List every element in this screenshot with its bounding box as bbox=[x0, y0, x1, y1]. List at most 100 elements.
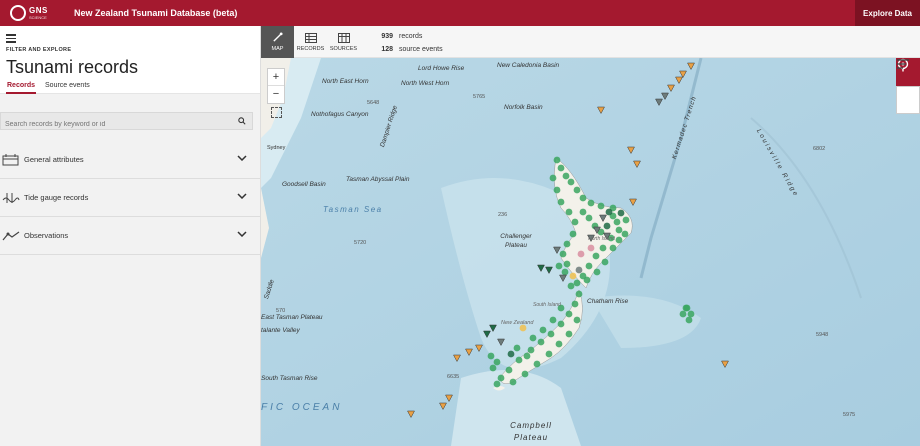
record-marker[interactable] bbox=[565, 310, 573, 318]
source-event-marker[interactable] bbox=[721, 360, 729, 369]
source-event-marker[interactable] bbox=[545, 266, 553, 275]
source-event-marker[interactable] bbox=[687, 62, 695, 71]
source-event-marker[interactable] bbox=[483, 330, 491, 339]
box-select-icon[interactable] bbox=[271, 107, 282, 118]
record-marker[interactable] bbox=[615, 236, 623, 244]
source-event-marker[interactable] bbox=[599, 214, 607, 223]
record-marker[interactable] bbox=[593, 268, 601, 276]
record-marker[interactable] bbox=[527, 346, 535, 354]
record-marker[interactable] bbox=[557, 198, 565, 206]
record-marker[interactable] bbox=[601, 258, 609, 266]
record-marker[interactable] bbox=[579, 208, 587, 216]
record-marker[interactable] bbox=[515, 356, 523, 364]
source-event-marker[interactable] bbox=[465, 348, 473, 357]
record-marker[interactable] bbox=[529, 334, 537, 342]
source-event-marker[interactable] bbox=[655, 98, 663, 107]
explore-data-button[interactable]: Explore Data bbox=[855, 0, 920, 26]
source-event-marker[interactable] bbox=[537, 264, 545, 273]
record-marker[interactable] bbox=[521, 370, 529, 378]
source-event-marker[interactable] bbox=[675, 76, 683, 85]
record-marker[interactable] bbox=[617, 209, 625, 217]
filter-icon[interactable] bbox=[6, 34, 16, 43]
record-marker[interactable] bbox=[537, 338, 545, 346]
record-marker[interactable] bbox=[489, 364, 497, 372]
record-marker[interactable] bbox=[585, 214, 593, 222]
source-event-marker[interactable] bbox=[475, 344, 483, 353]
record-marker[interactable] bbox=[599, 244, 607, 252]
source-event-marker[interactable] bbox=[439, 402, 447, 411]
record-marker[interactable] bbox=[507, 350, 515, 358]
record-marker[interactable] bbox=[549, 316, 557, 324]
legend-button[interactable] bbox=[896, 59, 920, 114]
record-marker[interactable] bbox=[513, 344, 521, 352]
record-marker[interactable] bbox=[592, 252, 600, 260]
map-view-button[interactable]: MAP bbox=[261, 26, 294, 58]
record-marker[interactable] bbox=[587, 244, 595, 252]
source-event-marker[interactable] bbox=[627, 146, 635, 155]
record-marker[interactable] bbox=[573, 186, 581, 194]
record-marker[interactable] bbox=[621, 230, 629, 238]
record-marker[interactable] bbox=[547, 330, 555, 338]
record-marker[interactable] bbox=[575, 290, 583, 298]
records-view-button[interactable]: RECORDS bbox=[294, 26, 327, 58]
record-marker[interactable] bbox=[509, 378, 517, 386]
record-marker[interactable] bbox=[571, 218, 579, 226]
record-marker[interactable] bbox=[567, 178, 575, 186]
source-event-marker[interactable] bbox=[633, 160, 641, 169]
gns-logo[interactable]: GNS SCIENCE bbox=[10, 3, 50, 23]
source-event-marker[interactable] bbox=[667, 84, 675, 93]
source-event-marker[interactable] bbox=[553, 246, 561, 255]
record-marker[interactable] bbox=[493, 358, 501, 366]
record-marker[interactable] bbox=[545, 350, 553, 358]
record-marker[interactable] bbox=[497, 374, 505, 382]
record-marker[interactable] bbox=[559, 250, 567, 258]
record-marker[interactable] bbox=[533, 360, 541, 368]
record-marker[interactable] bbox=[567, 282, 575, 290]
record-marker[interactable] bbox=[561, 268, 569, 276]
record-marker[interactable] bbox=[587, 199, 595, 207]
record-marker[interactable] bbox=[687, 310, 695, 318]
record-marker[interactable] bbox=[523, 352, 531, 360]
record-marker[interactable] bbox=[539, 326, 547, 334]
sources-view-button[interactable]: SOURCES bbox=[327, 26, 360, 58]
record-marker[interactable] bbox=[573, 316, 581, 324]
source-event-marker[interactable] bbox=[453, 354, 461, 363]
record-marker[interactable] bbox=[493, 380, 501, 388]
record-marker[interactable] bbox=[597, 202, 605, 210]
record-marker[interactable] bbox=[583, 276, 591, 284]
record-marker[interactable] bbox=[549, 174, 557, 182]
record-marker[interactable] bbox=[487, 352, 495, 360]
record-marker[interactable] bbox=[555, 340, 563, 348]
search-input[interactable] bbox=[1, 116, 231, 133]
source-event-marker[interactable] bbox=[489, 324, 497, 333]
record-marker[interactable] bbox=[553, 186, 561, 194]
source-event-marker[interactable] bbox=[407, 410, 415, 419]
record-marker[interactable] bbox=[557, 320, 565, 328]
source-event-marker[interactable] bbox=[497, 338, 505, 347]
record-marker[interactable] bbox=[565, 330, 573, 338]
zoom-out-button[interactable]: − bbox=[268, 86, 284, 103]
tab-records[interactable]: Records bbox=[6, 82, 37, 94]
record-marker[interactable] bbox=[622, 216, 630, 224]
record-marker[interactable] bbox=[685, 316, 693, 324]
record-marker[interactable] bbox=[573, 279, 581, 287]
accordion-observations[interactable]: Observations bbox=[0, 217, 261, 255]
record-marker[interactable] bbox=[505, 366, 513, 374]
record-marker[interactable] bbox=[562, 172, 570, 180]
record-marker[interactable] bbox=[569, 230, 577, 238]
record-marker[interactable] bbox=[555, 262, 563, 270]
record-marker[interactable] bbox=[563, 260, 571, 268]
record-marker[interactable] bbox=[615, 226, 623, 234]
record-marker[interactable] bbox=[603, 222, 611, 230]
accordion-tide-gauge-records[interactable]: Tide gauge records bbox=[0, 179, 261, 217]
accordion-general-attributes[interactable]: General attributes bbox=[0, 141, 261, 179]
record-marker[interactable] bbox=[569, 272, 577, 280]
map-canvas[interactable]: Lord Howe Rise New Caledonia Basin North… bbox=[261, 58, 920, 446]
tab-source-events[interactable]: Source events bbox=[44, 82, 91, 94]
record-marker[interactable] bbox=[553, 156, 561, 164]
source-event-marker[interactable] bbox=[445, 394, 453, 403]
record-marker[interactable] bbox=[575, 266, 583, 274]
record-marker[interactable] bbox=[609, 244, 617, 252]
record-marker[interactable] bbox=[613, 218, 621, 226]
record-marker[interactable] bbox=[679, 310, 687, 318]
